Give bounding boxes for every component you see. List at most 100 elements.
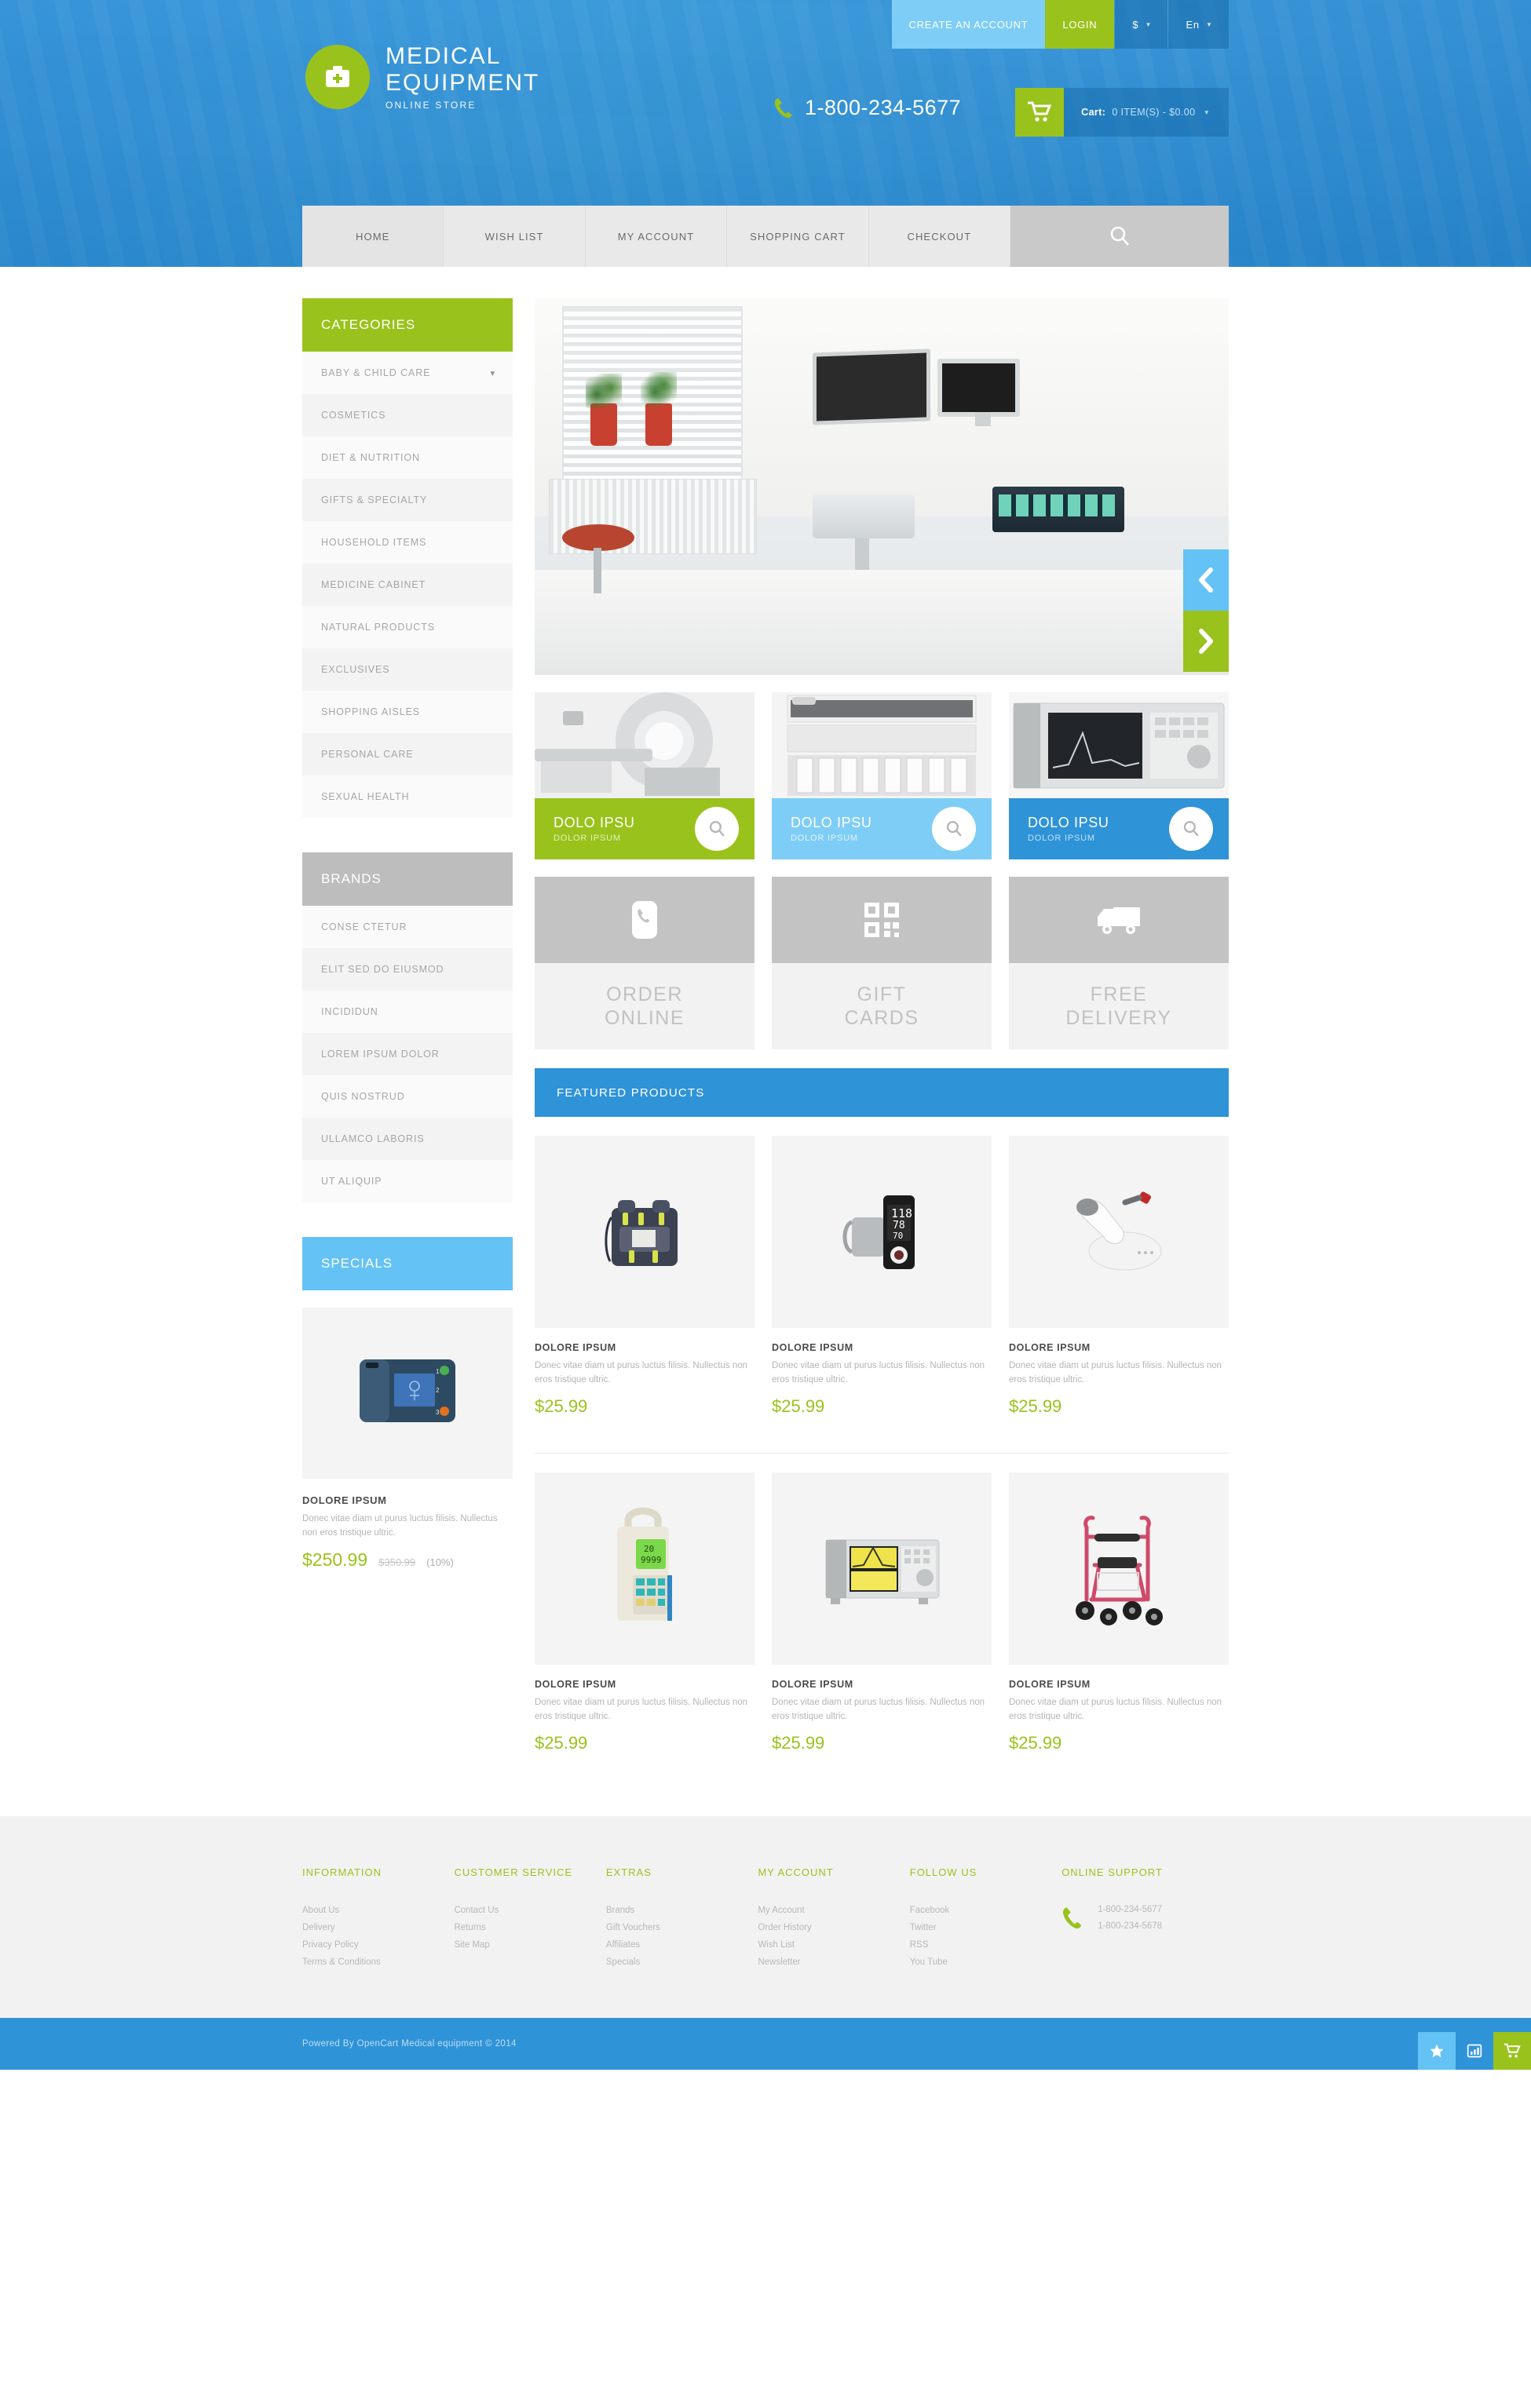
footer-column-information: INFORMATION About Us Delivery Privacy Po…: [302, 1866, 454, 1971]
sidebar-item-conse-ctetur[interactable]: CONSE CTETUR: [302, 906, 513, 948]
product-card[interactable]: DOLORE IPSUM Donec vitae diam ut purus l…: [772, 1472, 1531, 2070]
promo-banner-row: DOLO IPSU DOLOR IPSUM DOLO IPSU DOLOR IP…: [535, 692, 1229, 859]
footer-link-order-history[interactable]: Order History: [758, 1919, 909, 1936]
slider-next-button[interactable]: [1183, 611, 1229, 672]
sidebar-item-incididun[interactable]: INCIDIDUN: [302, 991, 513, 1033]
chevron-down-icon: ▾: [1207, 20, 1211, 28]
brands-list: CONSE CTETUR ELIT SED DO EIUSMOD INCIDID…: [302, 906, 513, 1202]
product-card[interactable]: DOLORE IPSUM Donec vitae diam ut purus l…: [1009, 1472, 1531, 2070]
language-value: En: [1186, 18, 1200, 31]
nav-item-shopping-cart[interactable]: SHOPPING CART: [727, 206, 869, 267]
sidebar-item-elit-sed-do-eiusmod[interactable]: ELIT SED DO EIUSMOD: [302, 948, 513, 991]
footer-link-rss[interactable]: RSS: [910, 1936, 1061, 1954]
nav-item-home[interactable]: HOME: [302, 206, 444, 267]
special-product-card[interactable]: 1 2 3 DOLORE IPSUM Donec vitae diam ut p…: [302, 1290, 513, 1571]
chevron-down-icon[interactable]: ▾: [491, 368, 495, 378]
sidebar-item-personal-care[interactable]: PERSONAL CARE: [302, 733, 513, 775]
promo-zoom-button[interactable]: [1169, 807, 1213, 851]
footer-link-site-map[interactable]: Site Map: [454, 1936, 605, 1954]
footer-column-my-account: MY ACCOUNT My Account Order History Wish…: [758, 1866, 909, 1971]
header-phone: 1-800-234-5677: [773, 96, 961, 120]
product-description: Donec vitae diam ut purus luctus filisis…: [1009, 1361, 1222, 1385]
product-price: $25.99: [1009, 1733, 1062, 1753]
sidebar-item-medicine-cabinet[interactable]: MEDICINE CABINET: [302, 564, 513, 606]
site-header: CREATE AN ACCOUNT LOGIN $ ▾ En ▾ MEDICAL…: [0, 0, 1531, 267]
support-phone-1: 1-800-234-5677: [1098, 1905, 1163, 1914]
chevron-down-icon: ▾: [1204, 108, 1208, 116]
product-card[interactable]: 118 78 70 DOLORE IPSUM Donec vitae diam …: [772, 1136, 1531, 2070]
service-label-line2: ONLINE: [604, 1007, 685, 1029]
footer-link-brands[interactable]: Brands: [606, 1902, 758, 1919]
login-button[interactable]: LOGIN: [1045, 0, 1115, 49]
promo-zoom-button[interactable]: [932, 807, 976, 851]
add-to-cart-button[interactable]: [1493, 2032, 1531, 2070]
search-button[interactable]: [1010, 206, 1230, 267]
nav-item-my-account[interactable]: MY ACCOUNT: [586, 206, 728, 267]
medical-kit-icon: [305, 45, 370, 109]
sidebar-item-quis-nostrud[interactable]: QUIS NOSTRUD: [302, 1075, 513, 1118]
nav-item-checkout[interactable]: CHECKOUT: [869, 206, 1011, 267]
footer-heading: CUSTOMER SERVICE: [454, 1866, 573, 1878]
footer-link-terms-conditions[interactable]: Terms & Conditions: [302, 1954, 454, 1971]
footer-link-facebook[interactable]: Facebook: [910, 1902, 1061, 1919]
footer-link-newsletter[interactable]: Newsletter: [758, 1954, 909, 1971]
slider-prev-button[interactable]: [1183, 549, 1229, 611]
promo-banner-3[interactable]: DOLO IPSU DOLOR IPSUM: [1009, 692, 1229, 859]
compare-button[interactable]: [1456, 2032, 1493, 2070]
categories-list: BABY & CHILD CARE ▾ COSMETICS DIET & NUT…: [302, 352, 513, 818]
featured-products-row-2: 20 9999 DOLORE IPSUM Donec vitae diam ut…: [535, 1472, 1531, 2070]
sidebar-item-shopping-aisles[interactable]: SHOPPING AISLES: [302, 691, 513, 733]
brand-label: LOREM IPSUM DOLOR: [321, 1049, 440, 1060]
product-card[interactable]: DOLORE IPSUM Donec vitae diam ut purus l…: [535, 1136, 1531, 2070]
footer-link-contact-us[interactable]: Contact Us: [454, 1902, 605, 1919]
sidebar-item-baby-child-care[interactable]: BABY & CHILD CARE ▾: [302, 352, 513, 394]
cart-widget[interactable]: Cart: 0 ITEM(S) - $0.00 ▾: [1015, 88, 1229, 137]
sidebar-item-gifts-specialty[interactable]: GIFTS & SPECIALTY: [302, 479, 513, 521]
svg-text:70: 70: [893, 1231, 903, 1241]
footer-link-gift-vouchers[interactable]: Gift Vouchers: [606, 1919, 758, 1936]
brand-label: UT ALIQUIP: [321, 1176, 382, 1187]
product-price: $25.99: [772, 1396, 825, 1416]
service-tiles-row: ORDER ONLINE GIFT CARDS FREE DELIVERY: [535, 877, 1229, 1049]
create-account-button[interactable]: CREATE AN ACCOUNT: [891, 0, 1046, 49]
footer-link-my-account[interactable]: My Account: [758, 1902, 909, 1919]
service-label-line1: GIFT: [857, 983, 907, 1005]
footer-link-affiliates[interactable]: Affiliates: [606, 1936, 758, 1954]
footer-link-about-us[interactable]: About Us: [302, 1902, 454, 1919]
sidebar-item-sexual-health[interactable]: SEXUAL HEALTH: [302, 775, 513, 818]
promo-zoom-button[interactable]: [695, 807, 739, 851]
promo-banner-2[interactable]: DOLO IPSU DOLOR IPSUM: [772, 692, 992, 859]
currency-selector[interactable]: $ ▾: [1114, 0, 1168, 49]
promo-title: DOLO IPSU: [791, 815, 872, 830]
product-card[interactable]: 20 9999 DOLORE IPSUM Donec vitae diam ut…: [535, 1472, 1531, 2070]
add-to-wishlist-button[interactable]: [1418, 2032, 1456, 2070]
sidebar-item-exclusives[interactable]: EXCLUSIVES: [302, 648, 513, 691]
promo-banner-1[interactable]: DOLO IPSU DOLOR IPSUM: [535, 692, 755, 859]
sidebar-item-diet-nutrition[interactable]: DIET & NUTRITION: [302, 436, 513, 479]
nav-item-wish-list[interactable]: WISH LIST: [444, 206, 586, 267]
site-footer: INFORMATION About Us Delivery Privacy Po…: [0, 1816, 1531, 2018]
footer-link-returns[interactable]: Returns: [454, 1919, 605, 1936]
search-icon: [1183, 821, 1199, 837]
footer-link-specials[interactable]: Specials: [606, 1954, 758, 1971]
site-logo[interactable]: MEDICAL EQUIPMENT ONLINE STORE: [305, 43, 539, 111]
footer-link-wish-list[interactable]: Wish List: [758, 1936, 909, 1954]
sidebar-item-cosmetics[interactable]: COSMETICS: [302, 394, 513, 436]
product-card[interactable]: DOLORE IPSUM Donec vitae diam ut purus l…: [1009, 1136, 1531, 2070]
sidebar-item-household-items[interactable]: HOUSEHOLD ITEMS: [302, 521, 513, 564]
sidebar-item-ut-aliquip[interactable]: UT ALIQUIP: [302, 1160, 513, 1202]
sidebar-item-lorem-ipsum-dolor[interactable]: LOREM IPSUM DOLOR: [302, 1033, 513, 1075]
special-product-title: DOLORE IPSUM: [302, 1494, 387, 1506]
sidebar-item-natural-products[interactable]: NATURAL PRODUCTS: [302, 606, 513, 648]
sidebar: CATEGORIES BABY & CHILD CARE ▾ COSMETICS…: [302, 298, 513, 1753]
sidebar-item-ullamco-laboris[interactable]: ULLAMCO LABORIS: [302, 1118, 513, 1160]
service-tile-gift-cards[interactable]: GIFT CARDS: [772, 877, 992, 1049]
promo-title: DOLO IPSU: [1028, 815, 1109, 830]
service-tile-order-online[interactable]: ORDER ONLINE: [535, 877, 755, 1049]
footer-link-delivery[interactable]: Delivery: [302, 1919, 454, 1936]
service-tile-free-delivery[interactable]: FREE DELIVERY: [1009, 877, 1229, 1049]
language-selector[interactable]: En ▾: [1167, 0, 1229, 49]
footer-link-youtube[interactable]: You Tube: [910, 1954, 1061, 1971]
footer-link-twitter[interactable]: Twitter: [910, 1919, 1061, 1936]
footer-link-privacy-policy[interactable]: Privacy Policy: [302, 1936, 454, 1954]
